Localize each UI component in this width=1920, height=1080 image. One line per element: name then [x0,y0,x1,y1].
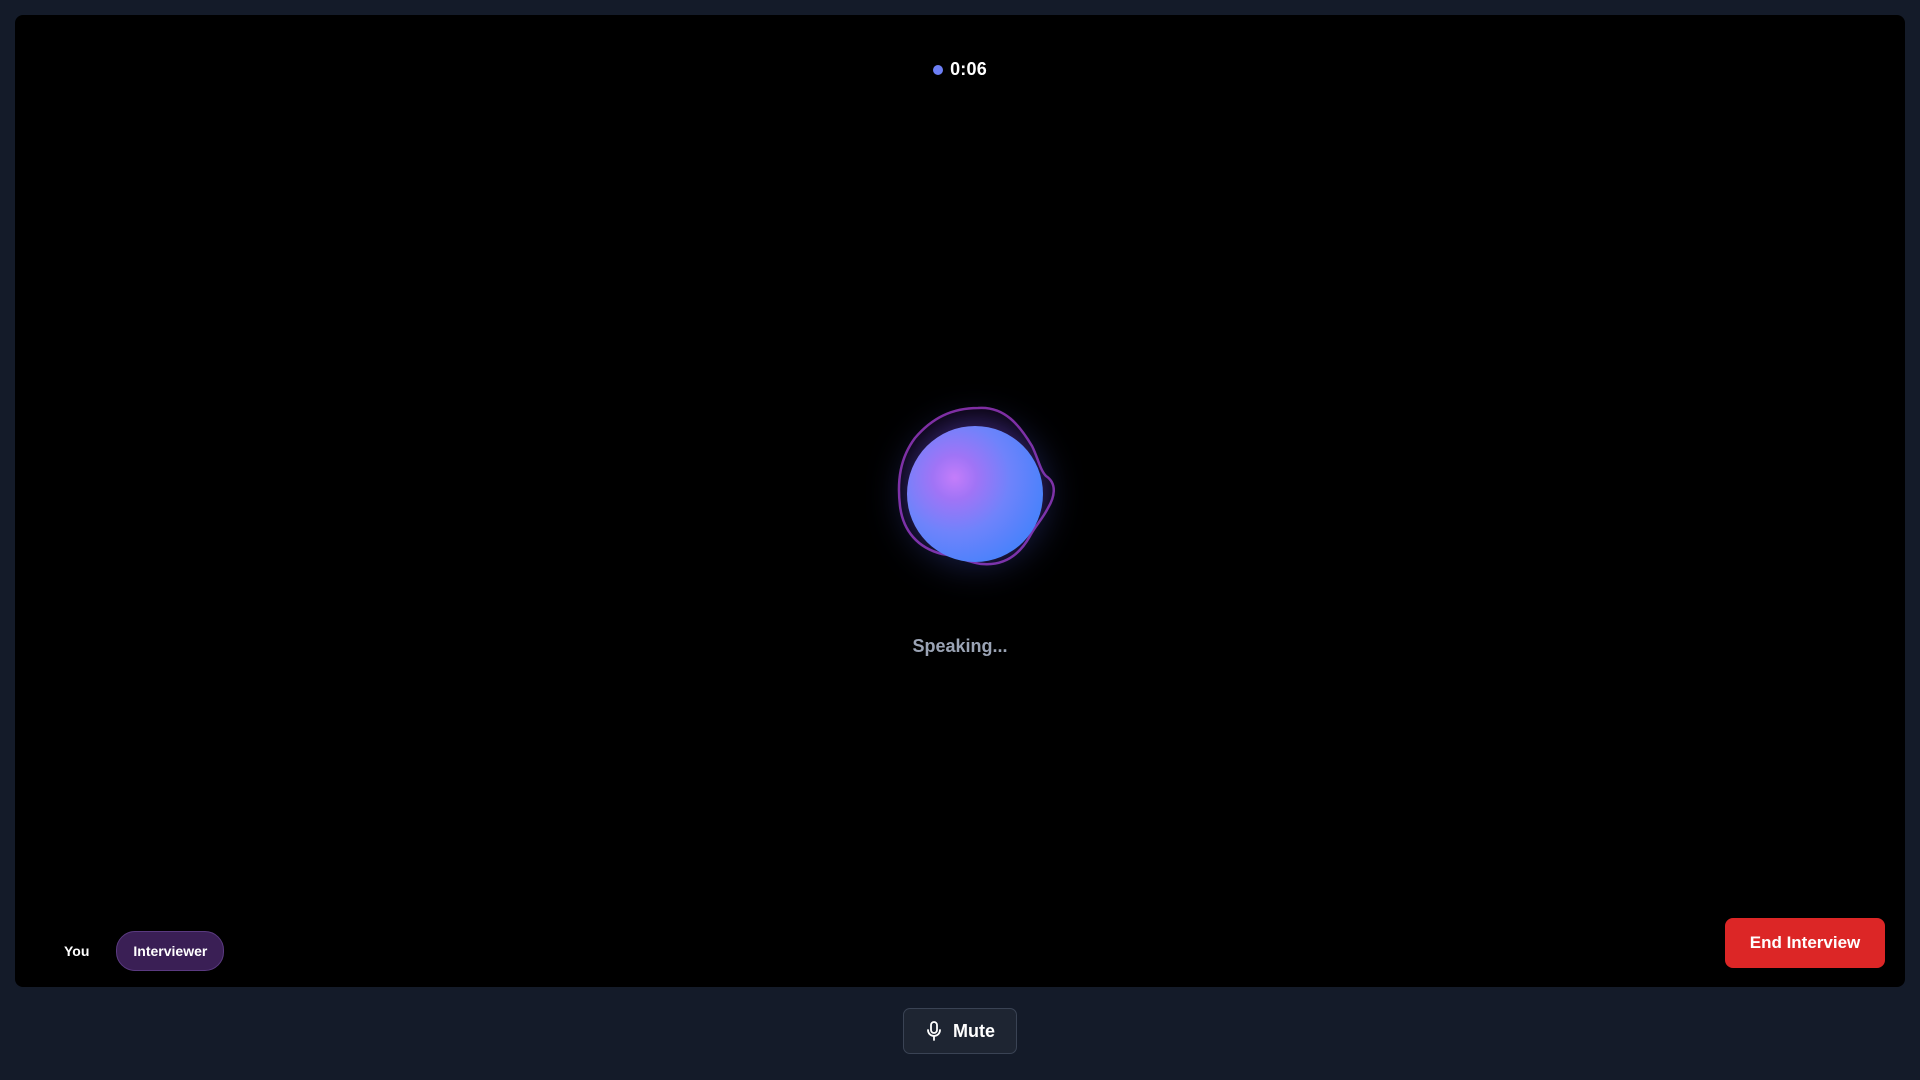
microphone-icon [925,1021,943,1041]
orb-sphere [907,426,1043,562]
call-timer: 0:06 [15,59,1905,80]
recording-indicator-dot [933,64,944,75]
speaking-status: Speaking... [912,636,1008,656]
participant-you: You [64,943,90,959]
end-interview-button[interactable]: End Interview [1725,918,1885,968]
mute-button[interactable]: Mute [903,1008,1017,1054]
call-stage: 0:06 Speaking... You Interviewer End Int… [15,15,1905,987]
participant-list: You Interviewer [48,931,225,971]
mute-label: Mute [953,1020,995,1041]
voice-orb [870,386,1090,606]
participant-interviewer: Interviewer [116,931,225,971]
timer-text: 0:06 [950,59,987,79]
